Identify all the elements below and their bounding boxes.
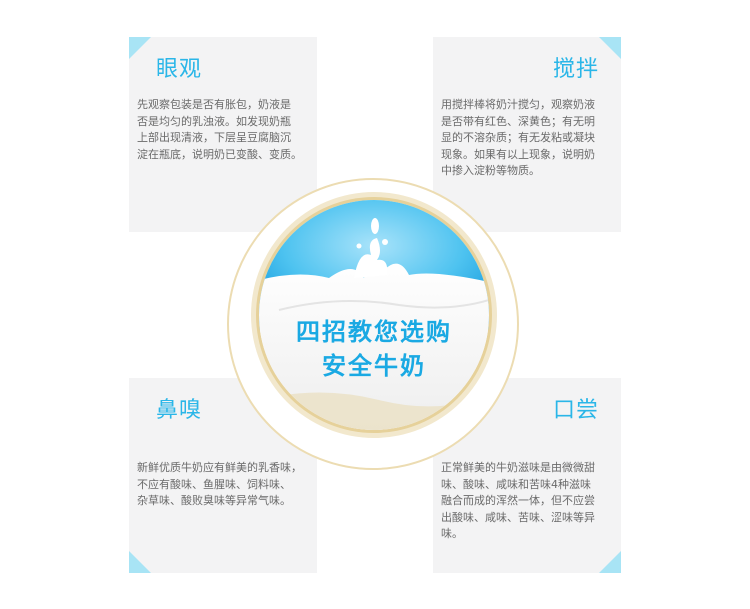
card-title: 眼观 [156, 57, 203, 82]
corner-accent [129, 37, 151, 59]
corner-accent [129, 551, 151, 573]
card-line: 正常鲜美的牛奶滋味是由微微甜 [441, 461, 595, 474]
card-line: 中掺入淀粉等物质。 [441, 164, 540, 177]
card-title: 口尝 [552, 398, 599, 423]
headline-line-1: 四招教您选购 [296, 318, 452, 346]
corner-accent [599, 551, 621, 573]
card-line: 先观察包装是否有胀包，奶液是 [137, 98, 291, 111]
card-line: 用搅拌棒将奶汁搅匀，观察奶液 [441, 98, 595, 111]
card-line: 不应有酸味、鱼腥味、饲料味、 [137, 477, 291, 491]
card-line: 显的不溶杂质；有无发粘或凝块 [441, 131, 595, 144]
card-title: 搅拌 [552, 57, 599, 82]
corner-accent [599, 37, 621, 59]
card-line: 上部出现清液，下层呈豆腐脑沉 [137, 131, 291, 144]
card-body: 正常鲜美的牛奶滋味是由微微甜 味、酸味、咸味和苦味4种滋味 融合而成的浑然一体，… [441, 460, 616, 543]
card-line: 淀在瓶底，说明奶已变酸、变质。 [137, 147, 302, 161]
card-line: 融合而成的浑然一体，但不应尝 [441, 494, 595, 507]
card-line: 是否带有红色、深黄色；有无明 [441, 114, 595, 128]
card-line: 杂草味、酸败臭味等异常气味。 [137, 494, 291, 507]
center-medallion: 四招教您选购 安全牛奶 [259, 200, 489, 430]
card-title: 鼻嗅 [156, 398, 203, 423]
card-line: 味。 [441, 527, 463, 540]
card-line: 出酸味、咸味、苦味、涩味等异 [441, 510, 595, 524]
card-line: 否是均匀的乳浊液。如发现奶瓶 [137, 114, 291, 128]
card-body: 先观察包装是否有胀包，奶液是 否是均匀的乳浊液。如发现奶瓶 上部出现清液，下层呈… [137, 97, 312, 163]
card-body: 新鲜优质牛奶应有鲜美的乳香味， 不应有酸味、鱼腥味、饲料味、 杂草味、酸败臭味等… [137, 460, 312, 510]
card-line: 新鲜优质牛奶应有鲜美的乳香味， [137, 461, 302, 474]
card-line: 现象。如果有以上现象，说明奶 [441, 147, 595, 161]
card-body: 用搅拌棒将奶汁搅匀，观察奶液 是否带有红色、深黄色；有无明 显的不溶杂质；有无发… [441, 97, 616, 180]
headline-line-2: 安全牛奶 [322, 352, 426, 380]
card-line: 味、酸味、咸味和苦味4种滋味 [441, 477, 591, 491]
